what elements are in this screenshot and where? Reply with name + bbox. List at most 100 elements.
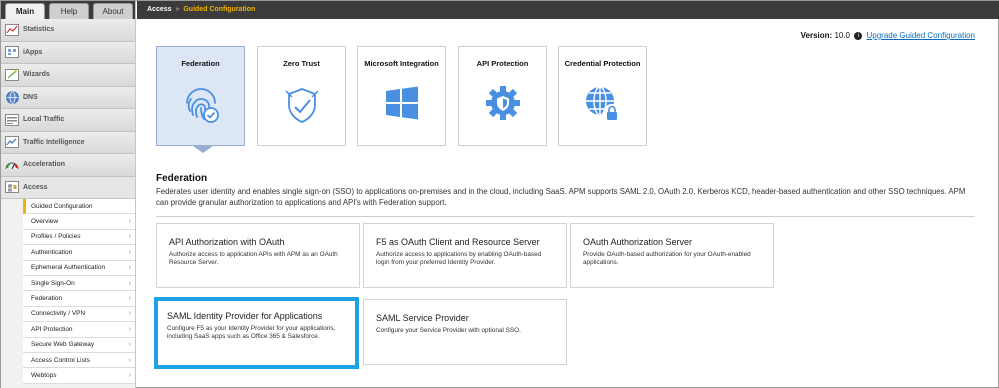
option-title: F5 as OAuth Client and Resource Server [376, 237, 540, 247]
card-title: Credential Protection [564, 59, 641, 68]
nav-label: Acceleration [23, 161, 66, 169]
chevron-right-icon: › [128, 233, 131, 241]
submenu-label: API Protection [31, 325, 73, 333]
nav-label: Wizards [23, 71, 50, 79]
card-title: Federation [181, 59, 220, 68]
nav-label: iApps [23, 48, 43, 56]
option-f5-oauth-client[interactable]: F5 as OAuth Client and Resource Server A… [363, 223, 567, 288]
nav-wizards[interactable]: Wizards [1, 64, 135, 87]
globe-lock-icon [559, 83, 646, 125]
submenu-label: Guided Configuration [31, 202, 93, 210]
info-icon[interactable]: i [854, 31, 863, 40]
sidebar-tabs: Main Help About [1, 1, 135, 19]
option-description: Authorize access to applications by enab… [376, 251, 542, 267]
nav-label: Access [23, 183, 48, 191]
shield-check-icon [258, 83, 345, 127]
option-description: Configure F5 as your Identity Provider f… [167, 325, 336, 341]
category-card-api-protection[interactable]: API Protection [458, 46, 547, 146]
nav-label: DNS [23, 93, 38, 101]
tab-main[interactable]: Main [5, 3, 45, 19]
chevron-right-icon: › [128, 310, 131, 318]
submenu-label: Overview [31, 218, 59, 226]
submenu-label: Webtops [31, 371, 57, 379]
submenu-overview[interactable]: Overview › [23, 214, 135, 230]
submenu-label: Ephemeral Authentication [31, 264, 106, 272]
submenu-profiles-policies[interactable]: Profiles / Policies › [23, 229, 135, 246]
chevron-right-icon: › [128, 264, 131, 272]
chevron-right-icon: › [128, 371, 131, 379]
nav-label: Traffic Intelligence [23, 138, 85, 146]
nav-statistics[interactable]: Statistics [1, 19, 135, 42]
selection-pointer [193, 146, 213, 153]
category-card-microsoft-integration[interactable]: Microsoft Integration [357, 46, 446, 146]
chart-icon [5, 23, 19, 37]
nav-traffic-intelligence[interactable]: Traffic Intelligence [1, 131, 135, 154]
card-title: Microsoft Integration [364, 59, 439, 68]
category-card-federation[interactable]: Federation [156, 46, 245, 146]
submenu-label: Federation [31, 295, 63, 303]
breadcrumb-root[interactable]: Access [147, 6, 172, 13]
submenu-api-protection[interactable]: API Protection › [23, 322, 135, 338]
submenu-label: Secure Web Gateway [31, 341, 95, 349]
tab-help[interactable]: Help [49, 3, 89, 19]
local-traffic-icon [5, 113, 19, 127]
submenu-single-sign-on[interactable]: Single Sign-On › [23, 275, 135, 292]
submenu-authentication[interactable]: Authentication › [23, 245, 135, 261]
section-description: Federates user identity and enables sing… [156, 187, 966, 207]
option-title: SAML Service Provider [376, 313, 469, 323]
app-window: Main Help About Statistics iApps Wizards [0, 0, 999, 388]
submenu-federation[interactable]: Federation › [23, 291, 135, 307]
card-title: Zero Trust [283, 59, 320, 68]
nav-local-traffic[interactable]: Local Traffic [1, 109, 135, 132]
tab-about[interactable]: About [93, 3, 133, 19]
nav-label: Statistics [23, 26, 55, 34]
breadcrumb: Access » Guided Configuration [137, 1, 999, 19]
nav-access[interactable]: Access [1, 176, 135, 199]
chevron-right-icon: › [128, 325, 131, 333]
access-icon [5, 180, 19, 194]
option-description: Provide OAuth-based authorization for yo… [583, 251, 751, 267]
breadcrumb-current: Guided Configuration [183, 6, 256, 13]
nav-acceleration[interactable]: Acceleration [1, 154, 135, 177]
gauge-icon [5, 158, 19, 172]
submenu-label: Authentication [31, 248, 73, 256]
option-title: API Authorization with OAuth [169, 237, 285, 247]
version-value: 10.0 [834, 31, 851, 40]
card-title: API Protection [476, 59, 529, 68]
submenu-guided-configuration[interactable]: Guided Configuration [23, 199, 135, 215]
chevron-right-icon: › [128, 218, 131, 226]
upgrade-link[interactable]: Upgrade Guided Configuration [866, 31, 975, 40]
submenu-label: Access Control Lists [31, 356, 90, 364]
divider [156, 216, 975, 217]
submenu-label: Connectivity / VPN [31, 310, 86, 318]
version-info: Version: 10.0 i Upgrade Guided Configura… [801, 31, 975, 40]
breadcrumb-separator: » [175, 6, 180, 13]
option-description: Authorize access to application APIs wit… [169, 251, 338, 267]
option-api-authorization-oauth[interactable]: API Authorization with OAuth Authorize a… [156, 223, 360, 288]
category-card-credential-protection[interactable]: Credential Protection [558, 46, 647, 146]
nav-label: Local Traffic [23, 116, 65, 124]
submenu-label: Single Sign-On [31, 279, 75, 287]
sidebar: Main Help About Statistics iApps Wizards [1, 1, 136, 388]
submenu-label: Profiles / Policies [31, 233, 81, 241]
submenu-connectivity-vpn[interactable]: Connectivity / VPN › [23, 306, 135, 323]
section-title: Federation [156, 173, 208, 184]
nav-iapps[interactable]: iApps [1, 41, 135, 64]
submenu-secure-web-gateway[interactable]: Secure Web Gateway › [23, 337, 135, 353]
chevron-right-icon: › [128, 279, 131, 287]
chevron-right-icon: › [128, 341, 131, 349]
option-oauth-authorization-server[interactable]: OAuth Authorization Server Provide OAuth… [570, 223, 774, 288]
iapps-icon [5, 45, 19, 59]
submenu-webtops[interactable]: Webtops › [23, 368, 135, 384]
wizard-icon [5, 68, 19, 82]
option-saml-identity-provider[interactable]: SAML Identity Provider for Applications … [154, 297, 359, 369]
category-card-zero-trust[interactable]: Zero Trust [257, 46, 346, 146]
option-saml-service-provider[interactable]: SAML Service Provider Configure your Ser… [363, 299, 567, 365]
option-title: SAML Identity Provider for Applications [167, 311, 323, 321]
submenu-access-control-lists[interactable]: Access Control Lists › [23, 352, 135, 369]
nav-dns[interactable]: DNS [1, 86, 135, 109]
gear-shield-icon [459, 83, 546, 123]
submenu-ephemeral-authentication[interactable]: Ephemeral Authentication › [23, 260, 135, 276]
traffic-intelligence-icon [5, 135, 19, 149]
option-description: Configure your Service Provider with opt… [376, 327, 521, 334]
